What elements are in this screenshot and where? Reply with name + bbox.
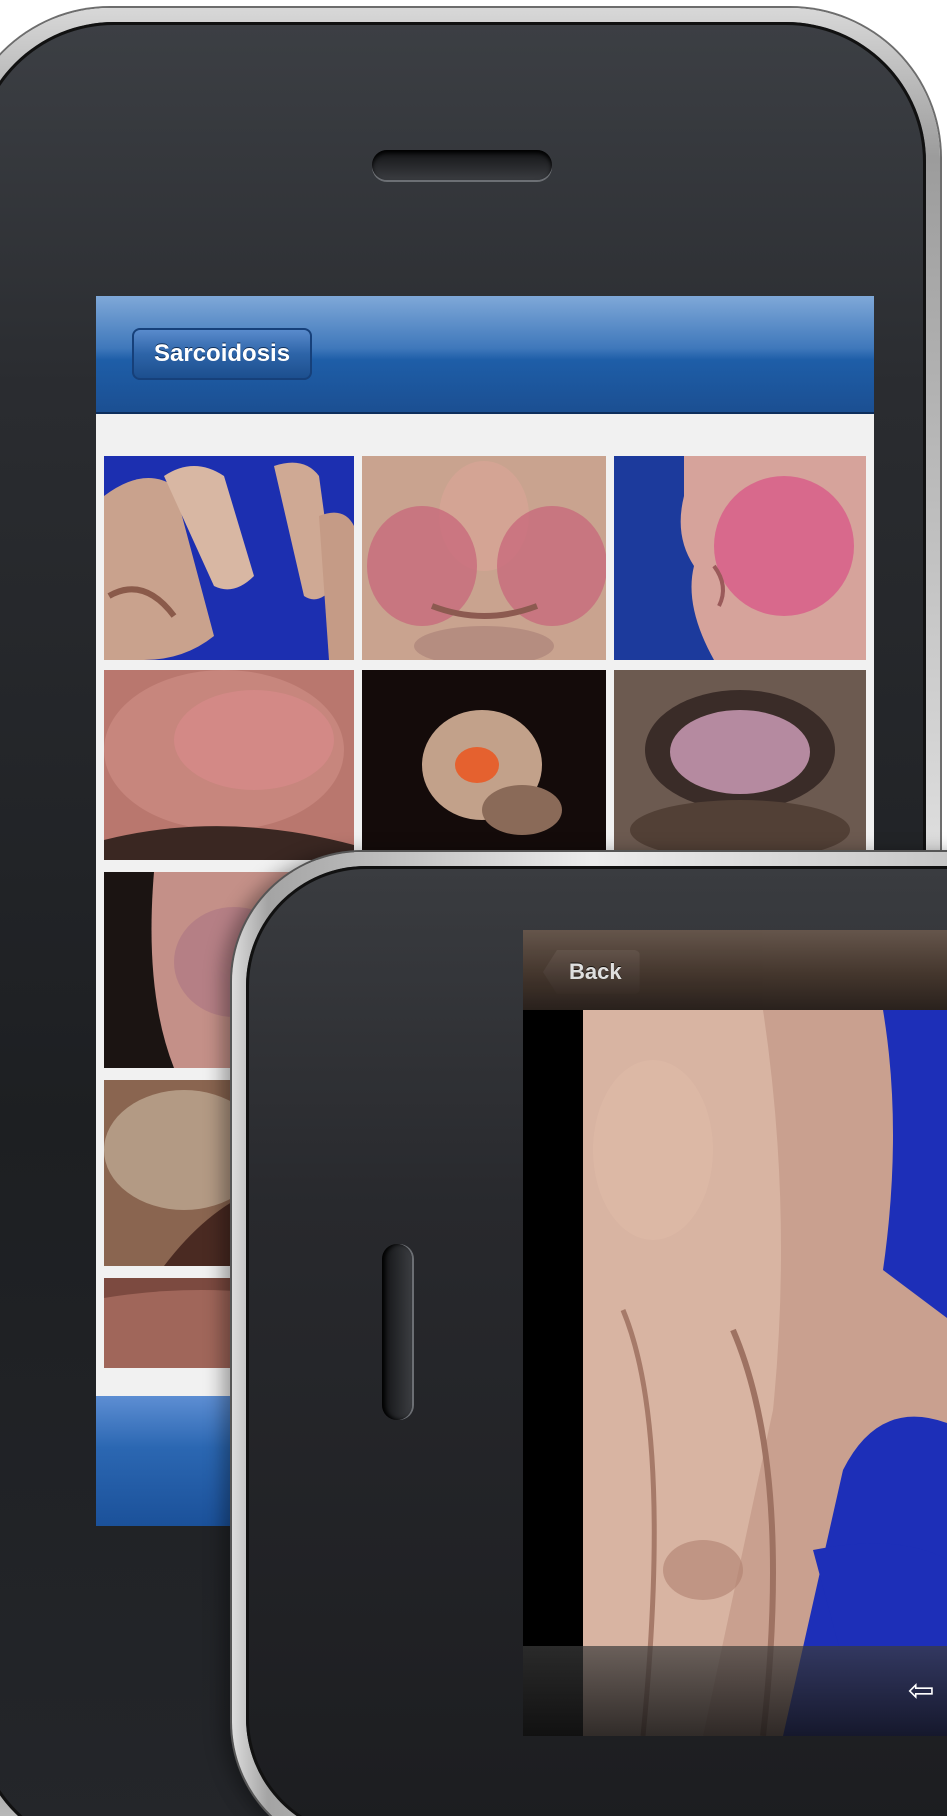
arrow-left-icon[interactable]: ⇦ bbox=[899, 1672, 943, 1708]
thumbnail-image bbox=[104, 456, 354, 660]
earpiece-speaker bbox=[372, 150, 552, 180]
thumbnail-5[interactable] bbox=[362, 670, 606, 860]
thumbnail-image bbox=[362, 670, 606, 860]
thumbnail-3[interactable] bbox=[614, 456, 866, 660]
product-mockup: Sarcoidosis Back ⇦ bbox=[0, 0, 947, 1816]
back-button[interactable]: Back bbox=[543, 950, 640, 994]
thumbnail-image bbox=[362, 456, 606, 660]
thumbnail-image bbox=[104, 670, 354, 860]
detail-photo bbox=[583, 1010, 947, 1736]
thumbnail-image bbox=[614, 670, 866, 860]
earpiece-speaker-vertical bbox=[382, 1244, 412, 1420]
detail-screen: Back ⇦ bbox=[523, 930, 947, 1736]
detail-toolbar: ⇦ bbox=[523, 1646, 947, 1736]
detail-navbar: Back bbox=[523, 930, 947, 1010]
hand-image bbox=[583, 1010, 947, 1736]
thumbnail-6[interactable] bbox=[614, 670, 866, 860]
thumbnail-4[interactable] bbox=[104, 670, 354, 860]
thumbnail-1[interactable] bbox=[104, 456, 354, 660]
thumbnail-2[interactable] bbox=[362, 456, 606, 660]
nav-title-button[interactable]: Sarcoidosis bbox=[132, 328, 313, 380]
gallery-navbar: Sarcoidosis bbox=[96, 296, 874, 414]
thumbnail-image bbox=[614, 456, 866, 660]
